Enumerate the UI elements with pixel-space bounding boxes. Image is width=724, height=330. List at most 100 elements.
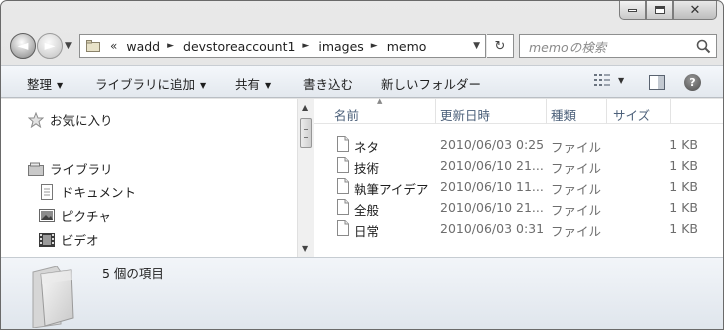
help-icon[interactable]: ?: [684, 74, 701, 91]
breadcrumb-item[interactable]: memo: [387, 39, 427, 54]
navigation-bar: ◄ ► ▼ « wadd ► devstoreaccount1 ► images…: [1, 29, 723, 63]
scroll-up-icon[interactable]: ▲: [302, 103, 308, 112]
column-date[interactable]: 更新日時: [440, 105, 490, 124]
folder-icon: [86, 40, 100, 52]
file-icon: [337, 199, 349, 215]
chevron-right-icon[interactable]: ►: [167, 41, 174, 51]
column-divider[interactable]: [435, 99, 436, 124]
document-icon: [39, 183, 55, 200]
nav-item-label: ビデオ: [61, 233, 99, 248]
organize-label: 整理: [27, 77, 53, 92]
share-button[interactable]: 共有 ▼: [235, 74, 271, 93]
close-icon: ✕: [689, 2, 701, 18]
nav-item-label: ライブラリ: [50, 162, 113, 177]
maximize-button[interactable]: [646, 1, 673, 20]
file-name: 全般: [354, 203, 380, 218]
file-type: ファイル: [551, 203, 602, 218]
file-date: 2010/06/03 0:25: [440, 137, 545, 152]
file-icon: [337, 220, 349, 236]
breadcrumb-item[interactable]: wadd: [126, 39, 160, 54]
burn-button[interactable]: 書き込む: [303, 74, 353, 93]
video-icon: [39, 232, 55, 248]
navigation-pane-scrollbar[interactable]: ▲ ▼: [297, 99, 314, 257]
scrollbar-thumb[interactable]: [300, 118, 312, 148]
file-list: ▲ 名前 更新日時 種類 サイズ ネタ 2010/06/03 0:25 ファイル 1 …: [314, 97, 723, 257]
column-name[interactable]: 名前: [334, 105, 359, 124]
file-row[interactable]: 全般 2010/06/10 21... ファイル 1 KB: [314, 197, 723, 218]
forward-button[interactable]: ►: [37, 33, 63, 59]
library-icon: [28, 161, 44, 177]
file-date: 2010/06/10 21...: [440, 200, 544, 215]
change-view-button[interactable]: ▼: [594, 74, 624, 86]
file-size: 1 KB: [669, 137, 698, 152]
picture-icon: [39, 208, 55, 224]
file-row[interactable]: 執筆アイデア 2010/06/10 11... ファイル 1 KB: [314, 176, 723, 197]
refresh-icon: ↻: [494, 38, 506, 54]
chevron-right-icon[interactable]: ►: [371, 41, 378, 51]
recent-pages-dropdown[interactable]: ▼: [65, 41, 72, 51]
nav-item-label: ドキュメント: [61, 185, 137, 200]
column-divider[interactable]: [606, 99, 607, 124]
preview-pane-icon[interactable]: [649, 75, 665, 90]
chevron-down-icon: ▼: [57, 81, 64, 90]
file-row[interactable]: 日常 2010/06/03 0:31 ファイル 1 KB: [314, 218, 723, 239]
file-size: 1 KB: [669, 200, 698, 215]
new-folder-label: 新しいフォルダー: [381, 77, 482, 92]
column-header: ▲ 名前 更新日時 種類 サイズ: [314, 97, 723, 124]
nav-item-label: ピクチャ: [61, 209, 111, 224]
file-size: 1 KB: [669, 221, 698, 236]
chevron-right-icon[interactable]: ►: [302, 41, 309, 51]
nav-item-pictures[interactable]: ピクチャ: [39, 206, 111, 225]
file-icon: [337, 157, 349, 173]
file-type: ファイル: [551, 140, 602, 155]
item-count: 5 個の項目: [102, 266, 164, 281]
minimize-icon: [628, 8, 637, 12]
breadcrumb-item[interactable]: devstoreaccount1: [183, 39, 295, 54]
sort-ascending-icon: ▲: [377, 97, 383, 105]
column-divider[interactable]: [670, 99, 671, 124]
file-size: 1 KB: [669, 158, 698, 173]
search-input[interactable]: memoの検索: [529, 37, 606, 56]
command-bar: 整理 ▼ ライブラリに追加 ▼ 共有 ▼ 書き込む 新しいフォルダー ▼ ?: [1, 65, 723, 98]
nav-item-documents[interactable]: ドキュメント: [39, 182, 136, 201]
column-type[interactable]: 種類: [551, 105, 576, 124]
explorer-window: ✕ ◄ ► ▼ « wadd ► devstoreaccount1 ► imag…: [0, 0, 724, 330]
caption-buttons: ✕: [619, 1, 717, 20]
nav-item-videos[interactable]: ビデオ: [39, 230, 99, 249]
search-icon[interactable]: [696, 39, 711, 54]
file-size: 1 KB: [669, 179, 698, 194]
file-icon: [337, 178, 349, 194]
column-size[interactable]: サイズ: [613, 105, 650, 124]
file-name: 技術: [354, 161, 380, 176]
file-type: ファイル: [551, 224, 602, 239]
file-date: 2010/06/03 0:31: [440, 221, 545, 236]
back-button[interactable]: ◄: [10, 33, 36, 59]
minimize-button[interactable]: [619, 1, 646, 20]
chevron-down-icon: ▼: [200, 81, 207, 90]
forward-arrow-icon: ►: [44, 38, 56, 54]
file-row[interactable]: ネタ 2010/06/03 0:25 ファイル 1 KB: [314, 134, 723, 155]
close-button[interactable]: ✕: [673, 1, 717, 20]
add-to-library-button[interactable]: ライブラリに追加 ▼: [95, 74, 206, 93]
file-name: ネタ: [354, 140, 380, 155]
refresh-button[interactable]: ↻: [487, 34, 514, 58]
column-divider[interactable]: [546, 99, 547, 124]
file-row[interactable]: 技術 2010/06/10 21... ファイル 1 KB: [314, 155, 723, 176]
address-bar[interactable]: « wadd ► devstoreaccount1 ► images ► mem…: [79, 34, 486, 58]
nav-item-favorites[interactable]: お気に入り: [28, 110, 113, 129]
address-history-dropdown[interactable]: ▼: [473, 41, 480, 51]
file-date: 2010/06/10 11...: [440, 179, 544, 194]
file-date: 2010/06/10 21...: [440, 158, 544, 173]
scroll-down-icon[interactable]: ▼: [302, 244, 308, 253]
chevron-down-icon[interactable]: ▼: [618, 76, 624, 85]
new-folder-button[interactable]: 新しいフォルダー: [381, 74, 481, 93]
breadcrumb-item[interactable]: images: [318, 39, 363, 54]
search-box[interactable]: memoの検索: [519, 34, 717, 58]
maximize-icon: [654, 6, 665, 14]
folder-large-icon: [32, 266, 74, 328]
organize-button[interactable]: 整理 ▼: [27, 74, 63, 93]
star-icon: [28, 111, 44, 128]
view-list-icon: [594, 74, 610, 86]
nav-item-libraries[interactable]: ライブラリ: [28, 159, 113, 178]
breadcrumb-overflow[interactable]: «: [110, 39, 117, 53]
